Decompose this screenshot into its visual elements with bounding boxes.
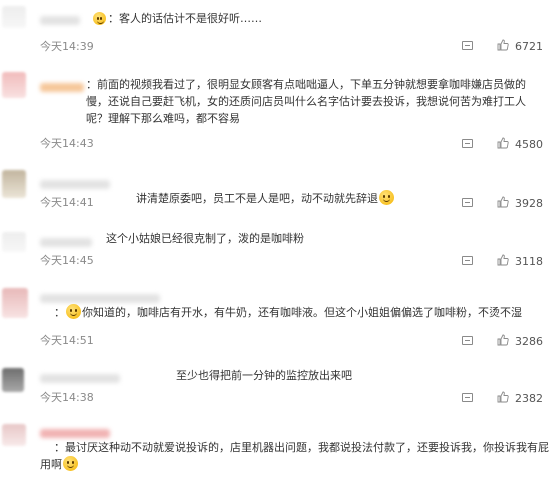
comment-item: ：客人的话估计不是很好听…… 今天14:39 6721	[0, 0, 556, 58]
avatar[interactable]	[2, 72, 26, 98]
avatar[interactable]	[2, 170, 26, 198]
thumbs-up-icon[interactable]	[497, 391, 509, 403]
smile-emoji-icon	[379, 190, 394, 205]
avatar[interactable]	[2, 368, 24, 392]
username-blurred	[40, 16, 80, 25]
comment-text: ：客人的话估计不是很好听……	[108, 12, 262, 25]
smile-emoji-icon	[66, 304, 81, 319]
comment-text-body: 讲清楚原委吧，员工不是人是吧，动不动就先辞退	[136, 192, 378, 205]
comment-text: ：最讨厌这种动不动就爱说投诉的，店里机器出问题，我都说投法付款了，还要投诉我，你…	[40, 422, 552, 490]
comment-time: 今天14:41	[40, 196, 94, 209]
avatar[interactable]	[2, 232, 26, 252]
avatar[interactable]	[2, 424, 26, 446]
reply-icon[interactable]	[462, 139, 473, 148]
comment-prefix: ：	[54, 306, 65, 319]
smile-emoji-icon	[63, 456, 78, 471]
reply-icon[interactable]	[462, 256, 473, 265]
comment-item: 这个小姑娘已经很克制了，泼的是咖啡粉 今天14:45 3118	[0, 222, 556, 272]
reply-icon[interactable]	[462, 336, 473, 345]
reply-icon[interactable]	[462, 41, 473, 50]
username-blurred	[40, 238, 92, 247]
username-blurred	[40, 374, 120, 383]
like-count: 3118	[515, 255, 543, 268]
like-count: 4580	[515, 138, 543, 151]
comment-text: ：前面的视频我看过了，很明显女顾客有点咄咄逼人，下单五分钟就想要拿咖啡嫌店员做的…	[86, 78, 526, 125]
like-count: 3928	[515, 197, 543, 210]
comment-time: 今天14:43	[40, 137, 94, 150]
comment-item: 讲清楚原委吧，员工不是人是吧，动不动就先辞退 今天14:41 3928	[0, 164, 556, 214]
comment-time: 今天14:39	[40, 40, 94, 53]
thumbs-up-icon[interactable]	[497, 334, 509, 346]
like-count: 6721	[515, 40, 543, 53]
like-count: 3286	[515, 335, 543, 348]
username-blurred	[40, 180, 110, 189]
comment-text: 这个小姑娘已经很克制了，泼的是咖啡粉	[106, 232, 304, 245]
username-blurred	[40, 83, 84, 92]
comment-item: ： 你知道的，咖啡店有开水，有牛奶，还有咖啡液。但这个小姐姐偏偏选了咖啡粉，不烫不…	[0, 282, 556, 350]
comment-item: ：最讨厌这种动不动就爱说投诉的，店里机器出问题，我都说投法付款了，还要投诉我，你…	[0, 418, 556, 471]
comment-text: ： 你知道的，咖啡店有开水，有牛奶，还有咖啡液。但这个小姐姐偏偏选了咖啡粉，不烫不…	[40, 287, 550, 338]
like-count: 2382	[515, 392, 543, 405]
avatar[interactable]	[2, 6, 26, 28]
comment-time: 今天14:45	[40, 254, 94, 267]
thumbs-up-icon[interactable]	[497, 39, 509, 51]
reply-icon[interactable]	[462, 198, 473, 207]
comment-text-body: 你知道的，咖啡店有开水，有牛奶，还有咖啡液。但这个小姐姐偏偏选了咖啡粉，不烫不湿	[82, 306, 522, 319]
user-emoji-icon	[93, 12, 106, 25]
thumbs-up-icon[interactable]	[497, 137, 509, 149]
comment-text: 讲清楚原委吧，员工不是人是吧，动不动就先辞退	[122, 173, 422, 224]
comment-text-body: ：最讨厌这种动不动就爱说投诉的，店里机器出问题，我都说投法付款了，还要投诉我，你…	[40, 441, 549, 471]
comment-text: 至少也得把前一分钟的监控放出来吧	[176, 369, 352, 382]
thumbs-up-icon[interactable]	[497, 254, 509, 266]
comment-time: 今天14:38	[40, 391, 94, 404]
thumbs-up-icon[interactable]	[497, 196, 509, 208]
comment-time: 今天14:51	[40, 334, 94, 347]
comment-item: ：前面的视频我看过了，很明显女顾客有点咄咄逼人，下单五分钟就想要拿咖啡嫌店员做的…	[0, 62, 556, 152]
reply-icon[interactable]	[462, 393, 473, 402]
comment-item: 至少也得把前一分钟的监控放出来吧 今天14:38 2382	[0, 360, 556, 410]
avatar[interactable]	[2, 288, 28, 318]
